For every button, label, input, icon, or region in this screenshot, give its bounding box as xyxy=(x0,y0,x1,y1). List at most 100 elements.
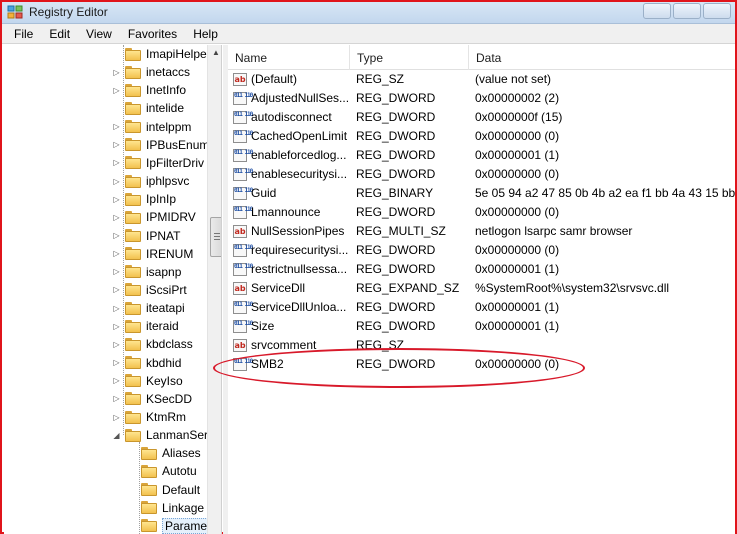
folder-icon xyxy=(141,519,157,533)
registry-value-row[interactable]: ab ServiceDll REG_EXPAND_SZ %SystemRoot%\sy… xyxy=(228,279,735,298)
registry-value-row[interactable]: 011 110 SMB2 REG_DWORD 0x00000000 (0) xyxy=(228,355,735,374)
value-data: 0x00000000 (0) xyxy=(475,205,560,219)
expand-arrow-icon[interactable]: ▷ xyxy=(112,86,121,95)
registry-value-row[interactable]: ab (Default) REG_SZ (value not set) xyxy=(228,70,735,89)
tree-item-label: isapnp xyxy=(146,264,182,279)
tree-item[interactable]: Parame xyxy=(128,517,211,534)
menu-edit[interactable]: Edit xyxy=(41,24,78,44)
tree-item[interactable]: ▷ IPBusEnum xyxy=(112,136,209,154)
tree-item-label: Linkage xyxy=(162,500,205,515)
expand-arrow-icon[interactable]: ▷ xyxy=(112,322,121,331)
registry-values-list[interactable]: Name Type Data ab (Default) REG_SZ (value n… xyxy=(228,45,735,534)
expand-arrow-icon[interactable]: ▷ xyxy=(112,177,121,186)
expand-arrow-icon[interactable]: ▷ xyxy=(112,394,121,403)
registry-value-row[interactable]: 011 110 autodisconnect REG_DWORD 0x0000000f… xyxy=(228,108,735,127)
value-name: ServiceDll xyxy=(251,281,306,295)
binary-value-icon: 011 110 xyxy=(233,92,253,105)
title-bar[interactable]: Registry Editor xyxy=(2,2,735,24)
value-name-cell: 011 110 ServiceDllUnloa... xyxy=(233,298,351,317)
expand-arrow-icon[interactable]: ▷ xyxy=(112,213,121,222)
registry-value-row[interactable]: 011 110 Size REG_DWORD 0x00000001 (1) xyxy=(228,317,735,336)
column-header-type[interactable]: Type xyxy=(350,45,469,70)
value-type: REG_DWORD xyxy=(356,357,436,371)
value-data xyxy=(475,336,735,355)
expand-arrow-icon[interactable]: ▷ xyxy=(112,267,121,276)
expand-arrow-icon[interactable]: ▷ xyxy=(112,195,121,204)
expand-arrow-icon[interactable]: ▷ xyxy=(112,249,121,258)
minimize-button[interactable] xyxy=(643,3,671,19)
value-type: REG_DWORD xyxy=(356,300,436,314)
tree-scrollbar[interactable]: ▲ xyxy=(207,45,221,534)
value-type: REG_DWORD xyxy=(356,167,436,181)
value-name-cell: ab ServiceDll xyxy=(233,279,351,298)
value-type: REG_SZ xyxy=(356,72,405,86)
expand-arrow-icon[interactable]: ▷ xyxy=(112,304,121,313)
tree-item[interactable]: ▷ IpInIp xyxy=(112,190,176,208)
value-name: requiresecuritysi... xyxy=(251,243,349,257)
registry-value-row[interactable]: 011 110 ServiceDllUnloa... REG_DWORD 0x0000… xyxy=(228,298,735,317)
folder-icon xyxy=(141,464,157,478)
expand-arrow-icon[interactable]: ▷ xyxy=(112,158,121,167)
tree-item[interactable]: ▷ IpFilterDriv xyxy=(112,154,204,172)
tree-item[interactable]: ◢ LanmanSer xyxy=(112,426,208,444)
value-name-cell: 011 110 enablesecuritysi... xyxy=(233,165,351,184)
value-name: srvcomment xyxy=(251,338,317,352)
registry-value-row[interactable]: 011 110 Guid REG_BINARY 5e 05 94 a2 47 85 0… xyxy=(228,184,735,203)
value-type: REG_DWORD xyxy=(356,319,436,333)
expand-arrow-icon[interactable]: ▷ xyxy=(112,413,121,422)
registry-value-row[interactable]: 011 110 CachedOpenLimit REG_DWORD 0x0000000… xyxy=(228,127,735,146)
tree-item[interactable]: ImapiHelpe xyxy=(112,45,207,63)
scroll-up-arrow-icon[interactable]: ▲ xyxy=(208,45,221,61)
folder-icon xyxy=(125,247,141,261)
maximize-button[interactable] xyxy=(673,3,701,19)
registry-value-row[interactable]: ab NullSessionPipes REG_MULTI_SZ netlogon l… xyxy=(228,222,735,241)
binary-value-icon: 011 110 xyxy=(233,301,253,314)
registry-key-tree[interactable]: ImapiHelpe ▷ inetaccs ▷ InetInfo intelide ▷ int… xyxy=(4,45,222,534)
menu-help[interactable]: Help xyxy=(185,24,226,44)
tree-item-label: iteatapi xyxy=(146,301,185,316)
folder-icon xyxy=(125,301,141,315)
registry-value-row[interactable]: 011 110 AdjustedNullSes... REG_DWORD 0x0000… xyxy=(228,89,735,108)
tree-item[interactable]: ▷ kbdclass xyxy=(112,335,192,353)
registry-value-row[interactable]: 011 110 enablesecuritysi... REG_DWORD 0x000… xyxy=(228,165,735,184)
value-name-cell: ab srvcomment xyxy=(233,336,351,355)
menu-view[interactable]: View xyxy=(78,24,120,44)
value-data: 0x00000001 (1) xyxy=(475,300,560,314)
value-name: ServiceDllUnloa... xyxy=(251,300,347,314)
column-header-name[interactable]: Name xyxy=(228,45,350,70)
collapse-arrow-icon[interactable]: ◢ xyxy=(112,431,121,440)
close-button[interactable] xyxy=(703,3,731,19)
folder-icon xyxy=(125,138,141,152)
binary-value-icon: 011 110 xyxy=(233,263,253,276)
value-type: REG_EXPAND_SZ xyxy=(356,281,460,295)
scrollbar-thumb[interactable] xyxy=(210,217,221,257)
registry-value-row[interactable]: 011 110 requiresecuritysi... REG_DWORD 0x00… xyxy=(228,241,735,260)
expand-arrow-icon[interactable]: ▷ xyxy=(112,358,121,367)
expand-arrow-icon[interactable]: ▷ xyxy=(112,285,121,294)
expand-arrow-icon[interactable]: ▷ xyxy=(112,376,121,385)
tree-item[interactable]: ▷ iteraid xyxy=(112,317,178,335)
menu-favorites[interactable]: Favorites xyxy=(120,24,185,44)
expand-arrow-icon[interactable]: ▷ xyxy=(112,122,121,131)
folder-icon xyxy=(125,101,141,115)
expand-arrow-icon[interactable]: ▷ xyxy=(112,231,121,240)
tree-guide-line xyxy=(139,442,140,534)
tree-guide-line xyxy=(123,45,124,435)
tree-item[interactable]: ▷ KSecDD xyxy=(112,390,192,408)
tree-item[interactable]: ▷ IRENUM xyxy=(112,245,193,263)
column-header-data[interactable]: Data xyxy=(469,45,735,70)
tree-item[interactable]: ▷ IPMIDRV xyxy=(112,208,195,226)
value-data: netlogon lsarpc samr browser xyxy=(475,224,633,238)
folder-icon xyxy=(125,410,141,424)
value-type: REG_BINARY xyxy=(356,186,434,200)
registry-value-row[interactable]: ab srvcomment REG_SZ xyxy=(228,336,735,355)
menu-file[interactable]: File xyxy=(6,24,41,44)
registry-value-row[interactable]: 011 110 restrictnullsessa... REG_DWORD 0x00… xyxy=(228,260,735,279)
registry-value-row[interactable]: 011 110 enableforcedlog... REG_DWORD 0x0000… xyxy=(228,146,735,165)
expand-arrow-icon[interactable]: ▷ xyxy=(112,140,121,149)
expand-arrow-icon[interactable]: ▷ xyxy=(112,340,121,349)
folder-icon xyxy=(125,265,141,279)
expand-arrow-icon[interactable]: ▷ xyxy=(112,68,121,77)
registry-value-row[interactable]: 011 110 Lmannounce REG_DWORD 0x00000000 (0) xyxy=(228,203,735,222)
value-name: restrictnullsessa... xyxy=(251,262,348,276)
